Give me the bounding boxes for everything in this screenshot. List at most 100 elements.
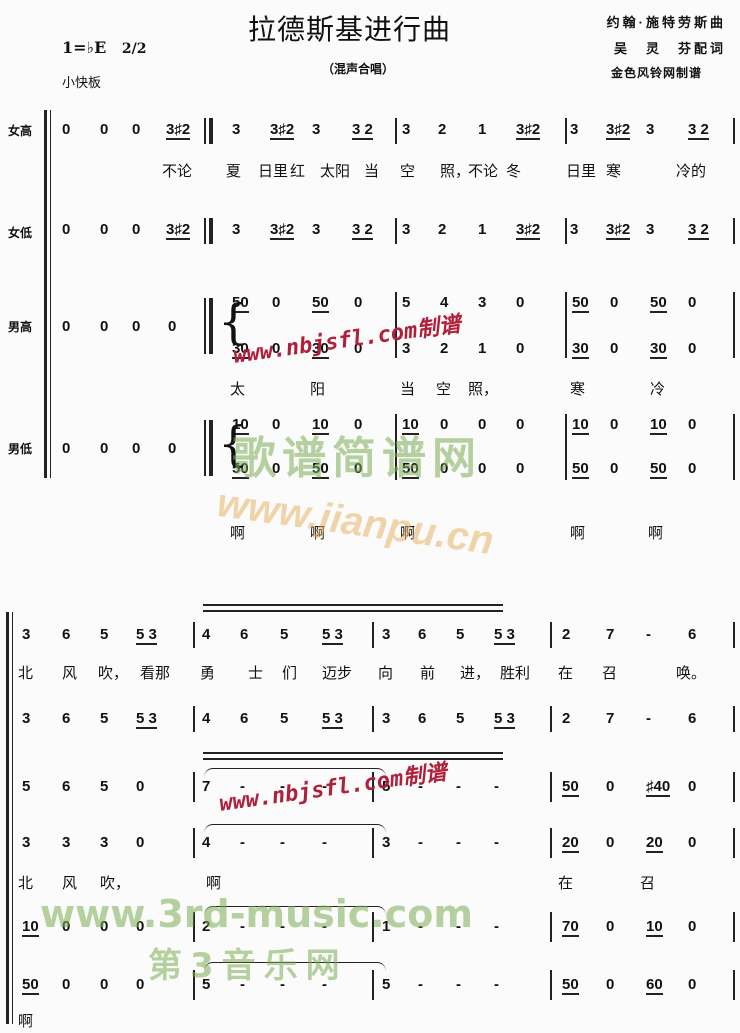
note: 3♯2 — [516, 221, 541, 240]
note: - — [646, 710, 651, 727]
note: 20 — [646, 834, 663, 853]
note: 0 — [688, 416, 697, 433]
crescendo-line — [203, 610, 503, 612]
barline — [733, 218, 735, 244]
note: 2 — [438, 221, 447, 238]
barline — [395, 218, 397, 244]
lyric-syllable: 唤。 — [676, 665, 707, 682]
system2-bracket — [6, 612, 9, 1024]
note: 3♯2 — [270, 221, 295, 240]
barline — [550, 706, 552, 732]
lyric-syllable: 吹， — [98, 665, 129, 682]
barline — [372, 706, 374, 732]
note: - — [240, 834, 245, 851]
note: 0 — [168, 440, 177, 457]
lyric-syllable: 冷 — [650, 381, 666, 398]
barline — [733, 772, 735, 802]
repeat-barline — [204, 298, 206, 354]
note: ♯40 — [646, 778, 671, 797]
note: 3♯2 — [516, 121, 541, 140]
note: 0 — [606, 976, 615, 993]
watermark-3rd-music-cn: 第3音乐网 — [148, 946, 348, 986]
lyric-syllable: 们 — [282, 665, 298, 682]
system1-bracket — [44, 110, 47, 478]
note: 6 — [418, 626, 427, 643]
note: 5 — [280, 626, 289, 643]
time-signature: 2/2 — [121, 41, 147, 57]
lyric-syllable: 在 — [558, 875, 574, 892]
lyric-syllable: 冷的 — [676, 163, 707, 180]
lyric-syllable: 不论 — [468, 163, 499, 180]
lyric-syllable: 照， — [468, 381, 499, 398]
note: 5 3 — [136, 626, 157, 645]
barline — [395, 118, 397, 144]
note: 5 3 — [322, 626, 343, 645]
lyric-syllable: 太阳 — [320, 163, 351, 180]
barline — [733, 706, 735, 732]
note: 3 — [646, 221, 655, 238]
note: 6 — [62, 778, 71, 795]
barline — [733, 828, 735, 858]
note: 0 — [100, 318, 109, 335]
note: 3 2 — [352, 221, 373, 240]
note: 10 — [572, 416, 589, 435]
voice-label-soprano: 女高 — [8, 124, 33, 138]
note: 5 — [456, 626, 465, 643]
note: 0 — [688, 834, 697, 851]
note: 0 — [610, 294, 619, 311]
note: 0 — [100, 976, 109, 993]
note: 5 — [280, 710, 289, 727]
note: 50 — [562, 976, 579, 995]
note: 0 — [688, 778, 697, 795]
note: 0 — [606, 834, 615, 851]
note: 6 — [62, 710, 71, 727]
barline — [565, 414, 567, 480]
note: 3 — [570, 221, 579, 238]
lyric-syllable: 寒 — [606, 163, 622, 180]
repeat-barline-thick — [209, 218, 213, 244]
note: 5 3 — [136, 710, 157, 729]
note: 0 — [62, 976, 71, 993]
note: 0 — [688, 294, 697, 311]
lyric-syllable: 空 — [436, 381, 452, 398]
voice-label-tenor: 男高 — [8, 320, 33, 334]
lyric-syllable: 夏 — [226, 163, 242, 180]
note: 0 — [136, 976, 145, 993]
note: 5 3 — [322, 710, 343, 729]
lyric-syllable: 北 — [18, 665, 34, 682]
lyric-syllable: 不论 — [162, 163, 193, 180]
barline — [565, 292, 567, 358]
note: - — [494, 834, 499, 851]
note: 0 — [610, 460, 619, 477]
score-subtitle: （混声合唱） — [322, 62, 395, 76]
note: 10 — [646, 918, 663, 937]
note: 0 — [132, 221, 141, 238]
watermark-jianpu-url: www.jianpu.cn — [214, 480, 497, 564]
note: 3♯2 — [606, 221, 631, 240]
note: 3 — [312, 121, 321, 138]
note: 0 — [62, 318, 71, 335]
system1-bracket-inner — [50, 110, 51, 478]
note: 0 — [516, 416, 525, 433]
lyric-syllable: 冬 — [506, 163, 522, 180]
key-label: 1=♭E — [62, 38, 107, 57]
lyric-syllable: 进， — [460, 665, 491, 682]
note: 20 — [562, 834, 579, 853]
note: 6 — [62, 626, 71, 643]
note: 7 — [606, 626, 615, 643]
note: 0 — [688, 340, 697, 357]
crescendo-line — [203, 758, 503, 760]
note: 0 — [132, 440, 141, 457]
lyric-syllable: 当 — [364, 163, 380, 180]
note: 3 2 — [688, 121, 709, 140]
note: - — [280, 834, 285, 851]
note: 3 — [312, 221, 321, 238]
lyric-syllable: 日里 — [258, 163, 289, 180]
lyric-syllable: 红 — [290, 163, 306, 180]
note: 5 — [100, 710, 109, 727]
note: 50 — [650, 294, 667, 313]
barline — [733, 118, 735, 144]
note: 3 — [570, 121, 579, 138]
lyric-syllable: 胜利 — [500, 665, 531, 682]
note: 10 — [22, 918, 39, 937]
